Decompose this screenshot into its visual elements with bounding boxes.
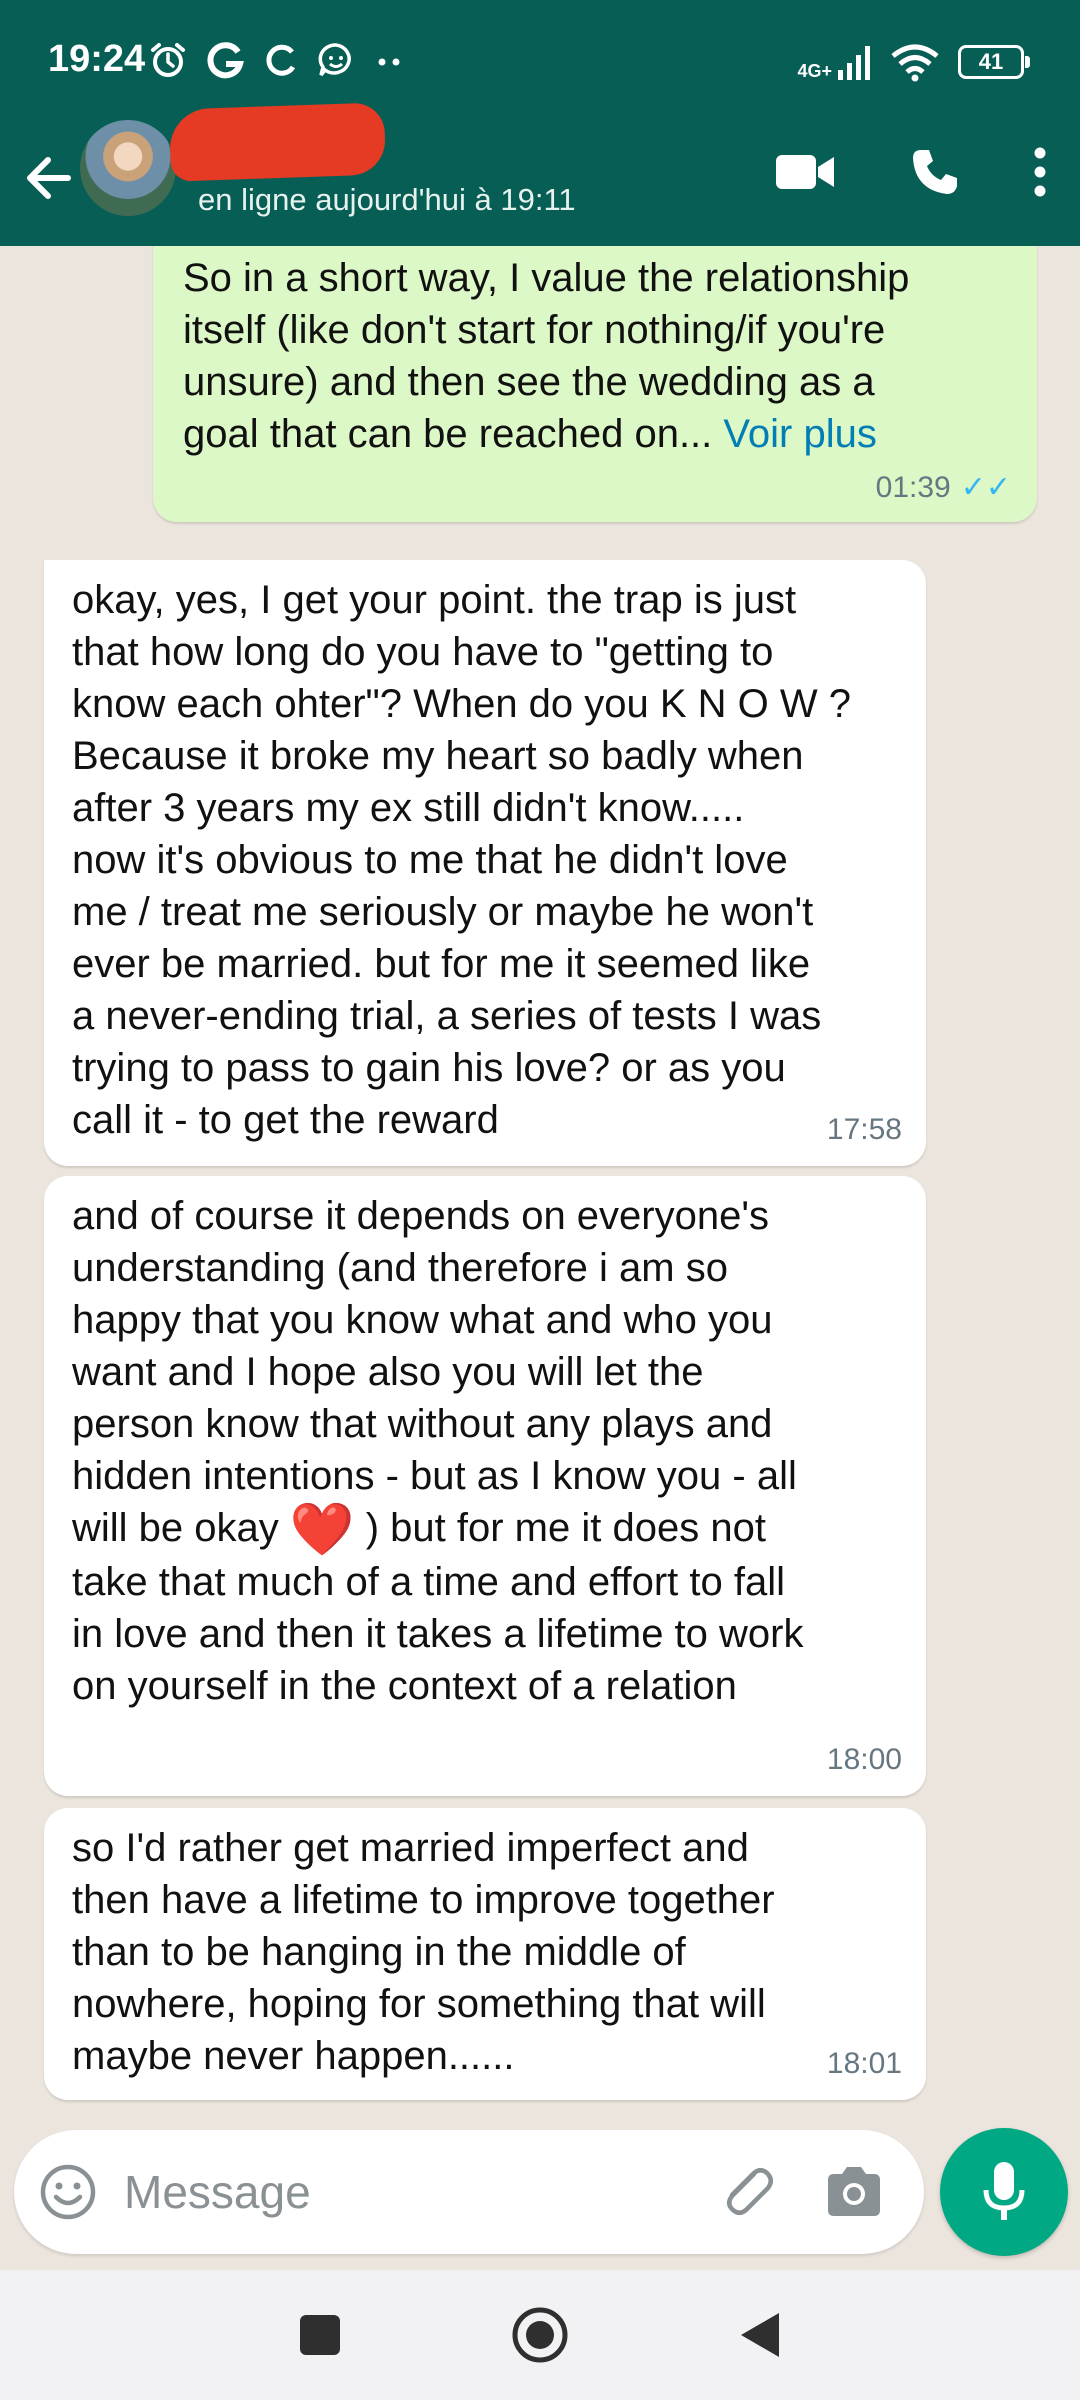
- redacted-contact-name[interactable]: [168, 102, 387, 182]
- message-time: 18:01: [826, 2047, 902, 2080]
- status-notification-icons: [148, 36, 404, 84]
- chat-header: en ligne aujourd'hui à 19:11: [0, 102, 1080, 246]
- heart-emoji: ❤️: [289, 1501, 355, 1559]
- message-text: so I'd rather get married imperfect and …: [72, 1826, 775, 2078]
- chat-messages[interactable]: So in a short way, I value the relations…: [0, 246, 1080, 2130]
- home-button[interactable]: [505, 2300, 575, 2370]
- voice-call-icon: [913, 150, 957, 194]
- attachment-icon[interactable]: [714, 2160, 778, 2224]
- alarm-icon: [151, 43, 185, 77]
- status-time: 19:24: [48, 38, 146, 80]
- more-dots-icon: [378, 58, 400, 66]
- chat-bubble-icon: [318, 43, 351, 77]
- voice-message-button[interactable]: [940, 2128, 1068, 2256]
- back-triangle-icon: [741, 2313, 779, 2357]
- recents-square-icon: [300, 2315, 340, 2355]
- signal-indicator: 4G+: [797, 44, 872, 80]
- message-time: 01:39 ✓✓: [875, 471, 1011, 504]
- back-arrow-icon[interactable]: [18, 148, 78, 208]
- battery-indicator: 41: [958, 45, 1030, 79]
- signal-bars-icon: [838, 46, 870, 80]
- status-bar: 19:24 4G+ 41: [0, 0, 1080, 120]
- message-time: 18:00: [826, 1743, 902, 1776]
- system-navigation-bar: [0, 2270, 1080, 2400]
- sync-icon: [266, 44, 296, 76]
- recents-button[interactable]: [285, 2300, 355, 2370]
- contact-avatar[interactable]: [80, 120, 176, 216]
- camera-icon[interactable]: [822, 2160, 886, 2224]
- message-input[interactable]: [124, 2154, 684, 2230]
- message-bubble-incoming[interactable]: okay, yes, I get your point. the trap is…: [44, 560, 926, 1166]
- contact-presence-status: en ligne aujourd'hui à 19:11: [198, 182, 576, 217]
- message-time: 17:58: [826, 1113, 902, 1146]
- header-actions: [740, 140, 1080, 204]
- network-type: 4G+: [797, 61, 832, 81]
- message-text: okay, yes, I get your point. the trap is…: [72, 578, 852, 1142]
- voice-call-button[interactable]: [870, 140, 1000, 204]
- message-bubble-incoming[interactable]: so I'd rather get married imperfect and …: [44, 1808, 926, 2100]
- message-text: and of course it depends on everyone's u…: [72, 1194, 804, 1708]
- message-composer: [14, 2130, 924, 2254]
- video-call-icon: [776, 155, 834, 189]
- home-circle-icon: [512, 2307, 568, 2363]
- video-call-button[interactable]: [740, 140, 870, 204]
- back-button[interactable]: [725, 2300, 795, 2370]
- wifi-icon: [891, 44, 939, 82]
- top-bar: 19:24 4G+ 41 en ligne aujourd'hui à 19:1…: [0, 0, 1080, 246]
- message-bubble-outgoing[interactable]: So in a short way, I value the relations…: [153, 246, 1037, 522]
- overflow-menu-icon: [1034, 147, 1046, 197]
- emoji-icon[interactable]: [38, 2162, 98, 2222]
- read-more-link[interactable]: Voir plus: [723, 412, 876, 456]
- google-icon: [207, 42, 244, 79]
- message-bubble-incoming[interactable]: and of course it depends on everyone's u…: [44, 1176, 926, 1796]
- status-system-icons: 4G+ 41: [797, 38, 1030, 86]
- microphone-icon: [983, 2162, 1025, 2220]
- message-text: So in a short way, I value the relations…: [183, 256, 910, 456]
- overflow-menu-button[interactable]: [1000, 140, 1080, 204]
- read-receipt-icon: ✓✓: [960, 471, 1011, 504]
